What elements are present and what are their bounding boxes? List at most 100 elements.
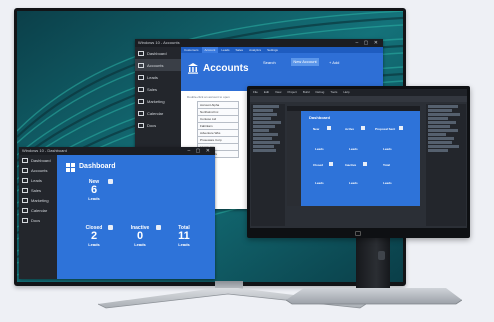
solution-explorer-left	[251, 104, 285, 226]
tile-inactive-leads[interactable]: Inactive 0 Leads	[123, 225, 161, 247]
tree-node[interactable]	[253, 149, 276, 152]
designer-tile[interactable]: Leads	[349, 181, 358, 185]
tile-total-leads[interactable]: Total 11 Leads	[169, 225, 199, 247]
desktop-monitor: File Edit View Project Build Debug Tools…	[247, 86, 470, 238]
menu-debug[interactable]: Debug	[312, 89, 327, 96]
designer-tile[interactable]: Leads	[315, 181, 324, 185]
tile-new-leads[interactable]: New 6 Leads	[79, 179, 113, 201]
tree-node[interactable]	[253, 121, 281, 124]
designer-tile[interactable]: Proposal Sent	[375, 127, 395, 131]
tile-value: 6	[90, 184, 98, 196]
property-row[interactable]	[428, 129, 458, 132]
property-row[interactable]	[428, 145, 459, 148]
tile-closed-leads[interactable]: Closed 2 Leads	[79, 225, 113, 247]
calendar-icon	[138, 110, 144, 116]
list-item[interactable]: Contoso Ltd	[197, 116, 239, 123]
dashboard-window: Windows 10 - Dashboard – ▢ ✕ Dashboard A…	[19, 147, 215, 279]
sidebar-item-marketing[interactable]: Marketing	[19, 195, 57, 205]
monitor-base	[286, 288, 462, 305]
designer-tile[interactable]: Leads	[383, 181, 392, 185]
designer-tile[interactable]: New	[313, 127, 319, 131]
list-item[interactable]: Proseware Corp	[197, 137, 239, 144]
designer-tile[interactable]: Active	[345, 127, 354, 131]
sidebar-item-sales[interactable]: Sales	[19, 185, 57, 195]
monitor-logo	[355, 231, 361, 236]
tree-node[interactable]	[253, 117, 271, 120]
tree-node[interactable]	[253, 141, 280, 144]
sidebar-item-docs[interactable]: Docs	[135, 119, 181, 131]
tree-node[interactable]	[253, 133, 278, 136]
designer-form[interactable]: Dashboard New Active Proposal Sent Leads…	[287, 111, 420, 206]
search-link[interactable]: Search	[263, 60, 276, 65]
menu-tools[interactable]: Tools	[327, 89, 340, 96]
sidebar-item-label: Leads	[147, 74, 158, 80]
property-row[interactable]	[428, 109, 452, 112]
property-row[interactable]	[428, 149, 448, 152]
sidebar-item-label: Leads	[31, 177, 42, 183]
add-button[interactable]: + Add	[329, 60, 339, 65]
sidebar-item-leads[interactable]: Leads	[135, 71, 181, 83]
tree-node[interactable]	[253, 113, 277, 116]
tile-badge-icon	[108, 225, 113, 230]
menu-file[interactable]: File	[250, 89, 261, 96]
sales-icon	[138, 86, 144, 92]
tree-node[interactable]	[253, 125, 275, 128]
tile-sub: Leads	[88, 242, 100, 247]
page-title: Accounts	[203, 63, 249, 74]
dashboard-grid-icon	[66, 163, 75, 172]
tree-node[interactable]	[253, 137, 272, 140]
tree-node[interactable]	[253, 145, 274, 148]
sidebar-item-docs[interactable]: Docs	[19, 215, 57, 225]
designer-tile[interactable]: Inactive	[345, 163, 356, 167]
sales-icon	[22, 187, 28, 193]
property-row[interactable]	[428, 117, 448, 120]
sidebar-item-label: Accounts	[31, 167, 48, 173]
sidebar-item-accounts[interactable]: Accounts	[19, 165, 57, 175]
sidebar-item-dashboard[interactable]: Dashboard	[19, 155, 57, 165]
accounts-icon	[138, 62, 144, 68]
designer-tile[interactable]: Closed	[313, 163, 323, 167]
window-controls[interactable]: – ▢ ✕	[356, 39, 380, 47]
sidebar-item-leads[interactable]: Leads	[19, 175, 57, 185]
designer-tile[interactable]: Leads	[349, 147, 358, 151]
tile-badge-icon	[156, 225, 161, 230]
sidebar-item-label: Dashboard	[147, 50, 167, 56]
tree-node[interactable]	[253, 109, 273, 112]
list-item[interactable]: Adventure Wks	[197, 130, 239, 137]
designer-form-sidebar	[287, 111, 301, 206]
tile-sub: Leads	[88, 196, 100, 201]
property-row[interactable]	[428, 141, 452, 144]
designer-tile[interactable]: Total	[383, 163, 390, 167]
form-designer-canvas[interactable]: Dashboard New Active Proposal Sent Leads…	[287, 106, 420, 206]
sidebar-item-marketing[interactable]: Marketing	[135, 95, 181, 107]
tile-badge-icon	[108, 179, 113, 184]
property-row[interactable]	[428, 113, 460, 116]
sidebar-item-dashboard[interactable]: Dashboard	[135, 47, 181, 59]
property-row[interactable]	[428, 121, 456, 124]
window-controls[interactable]: – ▢ ✕	[188, 147, 212, 155]
property-row[interactable]	[428, 125, 450, 128]
tile-badge-icon	[327, 126, 331, 130]
sidebar-item-sales[interactable]: Sales	[135, 83, 181, 95]
designer-tile[interactable]: Leads	[315, 147, 324, 151]
sidebar-item-calendar[interactable]: Calendar	[19, 205, 57, 215]
list-item[interactable]: Fabrikam	[197, 123, 239, 130]
menu-project[interactable]: Project	[284, 89, 299, 96]
sidebar-item-label: Accounts	[147, 62, 164, 68]
calendar-icon	[22, 207, 28, 213]
menu-build[interactable]: Build	[300, 89, 313, 96]
property-row[interactable]	[428, 137, 454, 140]
property-row[interactable]	[428, 105, 458, 108]
list-item[interactable]: Account Alpha	[197, 101, 239, 109]
list-item[interactable]: Northwind Inc	[197, 109, 239, 116]
menu-view[interactable]: View	[272, 89, 284, 96]
property-row[interactable]	[428, 133, 446, 136]
menu-edit[interactable]: Edit	[261, 89, 272, 96]
tree-node[interactable]	[253, 129, 269, 132]
menu-help[interactable]: Help	[340, 89, 352, 96]
new-account-button[interactable]: New Account	[291, 58, 319, 66]
sidebar-item-calendar[interactable]: Calendar	[135, 107, 181, 119]
tree-node[interactable]	[253, 105, 279, 108]
sidebar-item-accounts[interactable]: Accounts	[135, 59, 181, 71]
designer-tile[interactable]: Leads	[383, 147, 392, 151]
